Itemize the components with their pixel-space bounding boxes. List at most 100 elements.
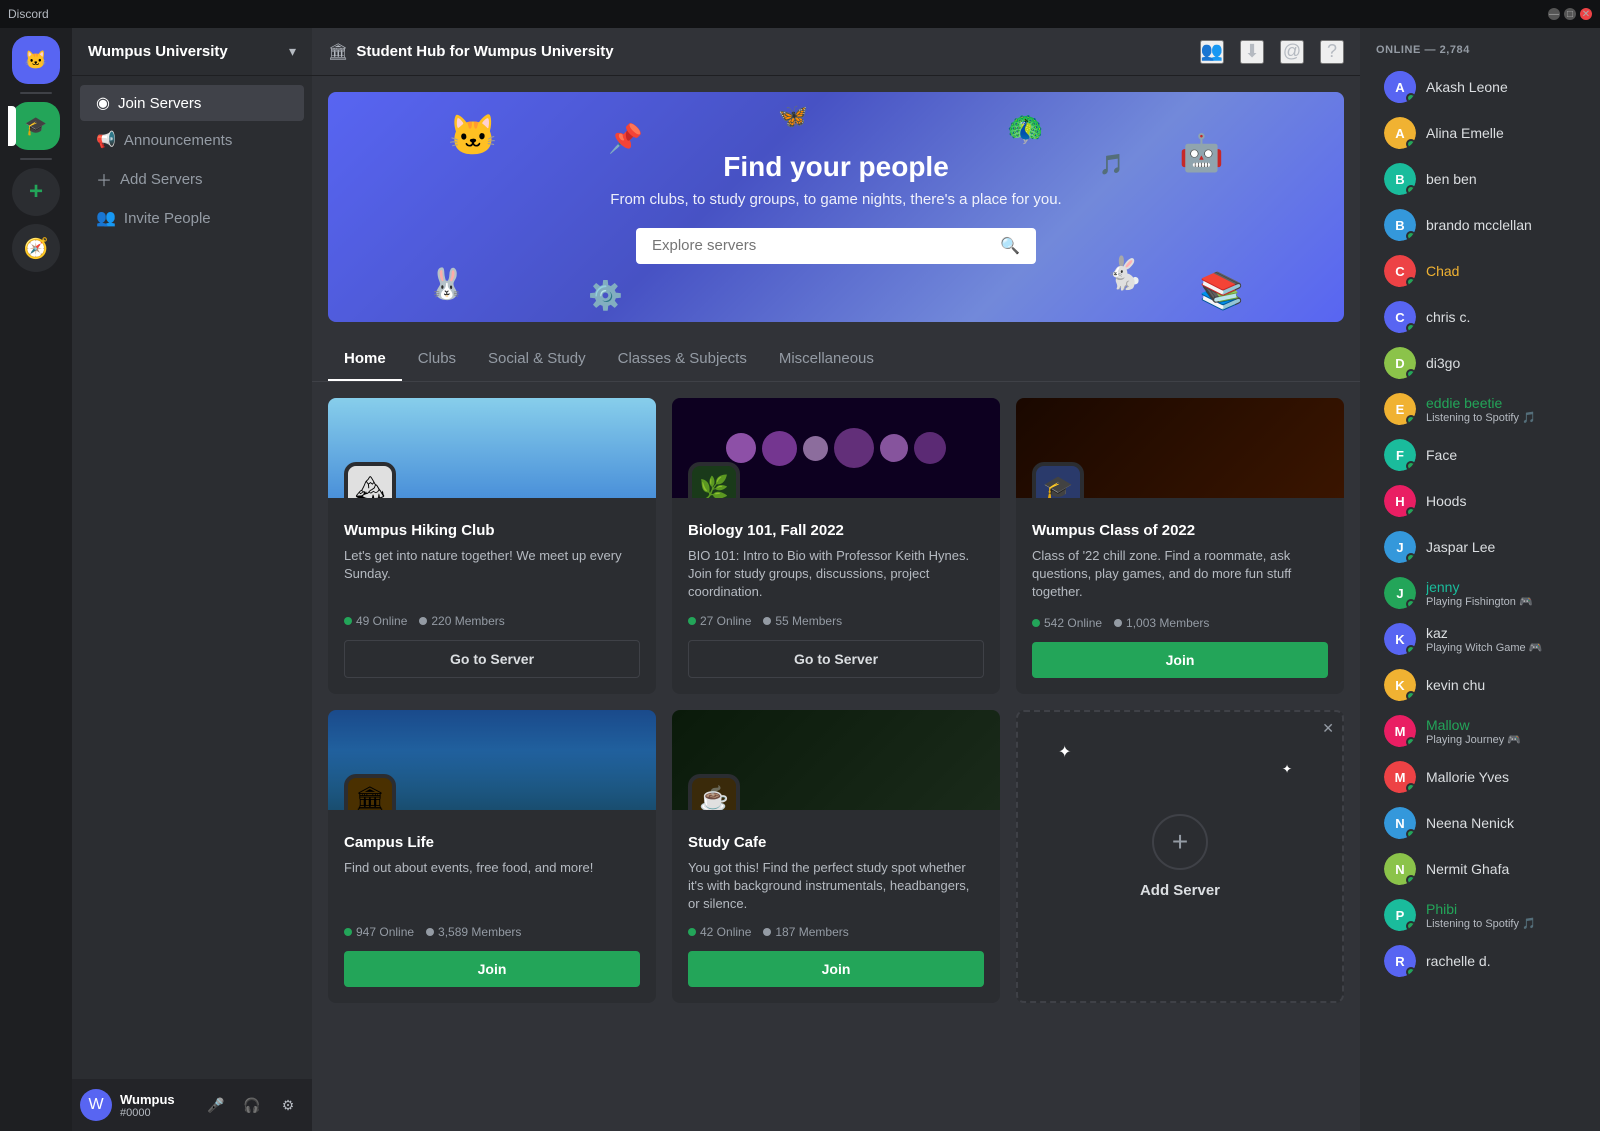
explore-search-box[interactable]: 🔍 <box>636 228 1036 264</box>
member-item-ben[interactable]: B ben ben <box>1368 157 1592 201</box>
members-header: ONLINE — 2,784 <box>1360 44 1600 64</box>
member-item-rachelle[interactable]: R rachelle d. <box>1368 939 1592 983</box>
member-item-phibi[interactable]: P Phibi Listening to Spotify 🎵 <box>1368 893 1592 937</box>
avatar: H <box>1384 485 1416 517</box>
hero-banner: 🐱 📌 🦋 🦚 🤖 🐰 ⚙️ 🐇 📚 🎵 Find your people Fr… <box>328 92 1344 322</box>
hub-icon: 🏛 <box>328 42 348 62</box>
member-name: Mallow <box>1426 717 1576 733</box>
join-button-campus[interactable]: Join <box>344 951 640 987</box>
deafen-button[interactable]: 🎧 <box>236 1089 268 1121</box>
members-stat-campus: 3,589 Members <box>426 925 521 939</box>
member-item-nermit[interactable]: N Nermit Ghafa <box>1368 847 1592 891</box>
member-item-akash[interactable]: A Akash Leone <box>1368 65 1592 109</box>
discover-servers-icon[interactable]: 🧭 <box>12 224 60 272</box>
add-server-card[interactable]: ✦ ✦ ✕ + Add Server <box>1016 710 1344 1004</box>
tab-misc[interactable]: Miscellaneous <box>763 338 890 381</box>
tab-classes[interactable]: Classes & Subjects <box>602 338 763 381</box>
member-info: ben ben <box>1426 171 1576 187</box>
card-desc-class: Class of '22 chill zone. Find a roommate… <box>1032 547 1328 604</box>
server-card-class2022: 🎓 Wumpus Class of 2022 Class of '22 chil… <box>1016 398 1344 694</box>
channel-item-add-servers[interactable]: ＋ Add Servers <box>80 159 304 199</box>
online-stat-bio: 27 Online <box>688 614 751 628</box>
member-info: Face <box>1426 447 1576 463</box>
member-item-di3go[interactable]: D di3go <box>1368 341 1592 385</box>
avatar: B <box>1384 163 1416 195</box>
member-item-eddie[interactable]: E eddie beetie Listening to Spotify 🎵 <box>1368 387 1592 431</box>
titlebar: Discord — □ ✕ <box>0 0 1600 28</box>
tab-clubs[interactable]: Clubs <box>402 338 472 381</box>
minimize-button[interactable]: — <box>1548 8 1560 20</box>
member-item-chad[interactable]: C Chad <box>1368 249 1592 293</box>
card-banner-hiking: 🏔 <box>328 398 656 498</box>
card-avatar-study: ☕ <box>688 774 740 810</box>
member-item-chris[interactable]: C chris c. <box>1368 295 1592 339</box>
status-indicator <box>1406 369 1416 379</box>
user-info: Wumpus #0000 <box>120 1092 192 1119</box>
server-icon-wumpus-uni[interactable]: 🎓 <box>12 102 60 150</box>
member-item-jenny[interactable]: J jenny Playing Fishington 🎮 <box>1368 571 1592 615</box>
online-dot <box>344 617 352 625</box>
hero-subtitle: From clubs, to study groups, to game nig… <box>610 191 1061 208</box>
add-server-icon[interactable]: + <box>12 168 60 216</box>
server-icon-discord-home[interactable]: 🐱 <box>12 36 60 84</box>
tab-social-study[interactable]: Social & Study <box>472 338 602 381</box>
member-name: Alina Emelle <box>1426 125 1576 141</box>
member-info: Jaspar Lee <box>1426 539 1576 555</box>
card-desc-study: You got this! Find the perfect study spo… <box>688 859 984 914</box>
card-stats-hiking: 49 Online 220 Members <box>344 614 640 628</box>
avatar: M <box>1384 761 1416 793</box>
members-sidebar: ONLINE — 2,784 A Akash Leone A Alina Eme… <box>1360 28 1600 1131</box>
member-info: di3go <box>1426 355 1576 371</box>
channel-item-invite-people[interactable]: 👥 Invite People <box>80 200 304 236</box>
close-add-server-icon[interactable]: ✕ <box>1322 720 1334 737</box>
tab-home[interactable]: Home <box>328 338 402 381</box>
member-item-jaspar[interactable]: J Jaspar Lee <box>1368 525 1592 569</box>
avatar: A <box>1384 71 1416 103</box>
member-item-face[interactable]: F Face <box>1368 433 1592 477</box>
chevron-down-icon: ▾ <box>289 43 296 60</box>
online-stat-hiking: 49 Online <box>344 614 407 628</box>
avatar: E <box>1384 393 1416 425</box>
member-item-mallorie[interactable]: M Mallorie Yves <box>1368 755 1592 799</box>
card-desc-bio: BIO 101: Intro to Bio with Professor Kei… <box>688 547 984 602</box>
member-info: chris c. <box>1426 309 1576 325</box>
channel-item-join-servers[interactable]: ◉ Join Servers <box>80 85 304 121</box>
member-info: rachelle d. <box>1426 953 1576 969</box>
status-indicator <box>1406 323 1416 333</box>
member-name: kevin chu <box>1426 677 1576 693</box>
maximize-button[interactable]: □ <box>1564 8 1576 20</box>
card-avatar-campus: 🏛 <box>344 774 396 810</box>
member-item-brando[interactable]: B brando mcclellan <box>1368 203 1592 247</box>
member-item-kaz[interactable]: K kaz Playing Witch Game 🎮 <box>1368 617 1592 661</box>
member-item-alina[interactable]: A Alina Emelle <box>1368 111 1592 155</box>
mute-button[interactable]: 🎤 <box>200 1089 232 1121</box>
online-stat-class: 542 Online <box>1032 616 1102 630</box>
member-item-kevin[interactable]: K kevin chu <box>1368 663 1592 707</box>
close-button[interactable]: ✕ <box>1580 8 1592 20</box>
channel-item-announcements[interactable]: 📢 Announcements <box>80 122 304 158</box>
member-name: Jaspar Lee <box>1426 539 1576 555</box>
member-item-hoods[interactable]: H Hoods <box>1368 479 1592 523</box>
settings-button[interactable]: ⚙ <box>272 1089 304 1121</box>
channel-label-add-servers: Add Servers <box>120 171 203 188</box>
status-indicator <box>1406 645 1416 655</box>
server-card-campus-life: 🏛 Campus Life Find out about events, fre… <box>328 710 656 1004</box>
server-sidebar: 🐱 🎓 + 🧭 <box>0 28 72 1131</box>
members-button[interactable]: 👥 <box>1200 40 1224 64</box>
help-button[interactable]: ? <box>1320 40 1344 64</box>
server-header[interactable]: Wumpus University ▾ <box>72 28 312 76</box>
goto-server-button-hiking[interactable]: Go to Server <box>344 640 640 678</box>
member-info: kaz Playing Witch Game 🎮 <box>1426 625 1576 654</box>
card-banner-study: ☕ <box>672 710 1000 810</box>
member-name: Akash Leone <box>1426 79 1576 95</box>
topbar: 🏛 Student Hub for Wumpus University 👥 ⬇ … <box>312 28 1360 76</box>
join-button-study[interactable]: Join <box>688 951 984 987</box>
search-input[interactable] <box>652 237 992 254</box>
server-card-study-cafe: ☕ Study Cafe You got this! Find the perf… <box>672 710 1000 1004</box>
download-button[interactable]: ⬇ <box>1240 40 1264 64</box>
member-item-mallow[interactable]: M Mallow Playing Journey 🎮 <box>1368 709 1592 753</box>
mention-button[interactable]: @ <box>1280 40 1304 64</box>
goto-server-button-bio[interactable]: Go to Server <box>688 640 984 678</box>
member-item-neena[interactable]: N Neena Nenick <box>1368 801 1592 845</box>
join-button-class[interactable]: Join <box>1032 642 1328 678</box>
